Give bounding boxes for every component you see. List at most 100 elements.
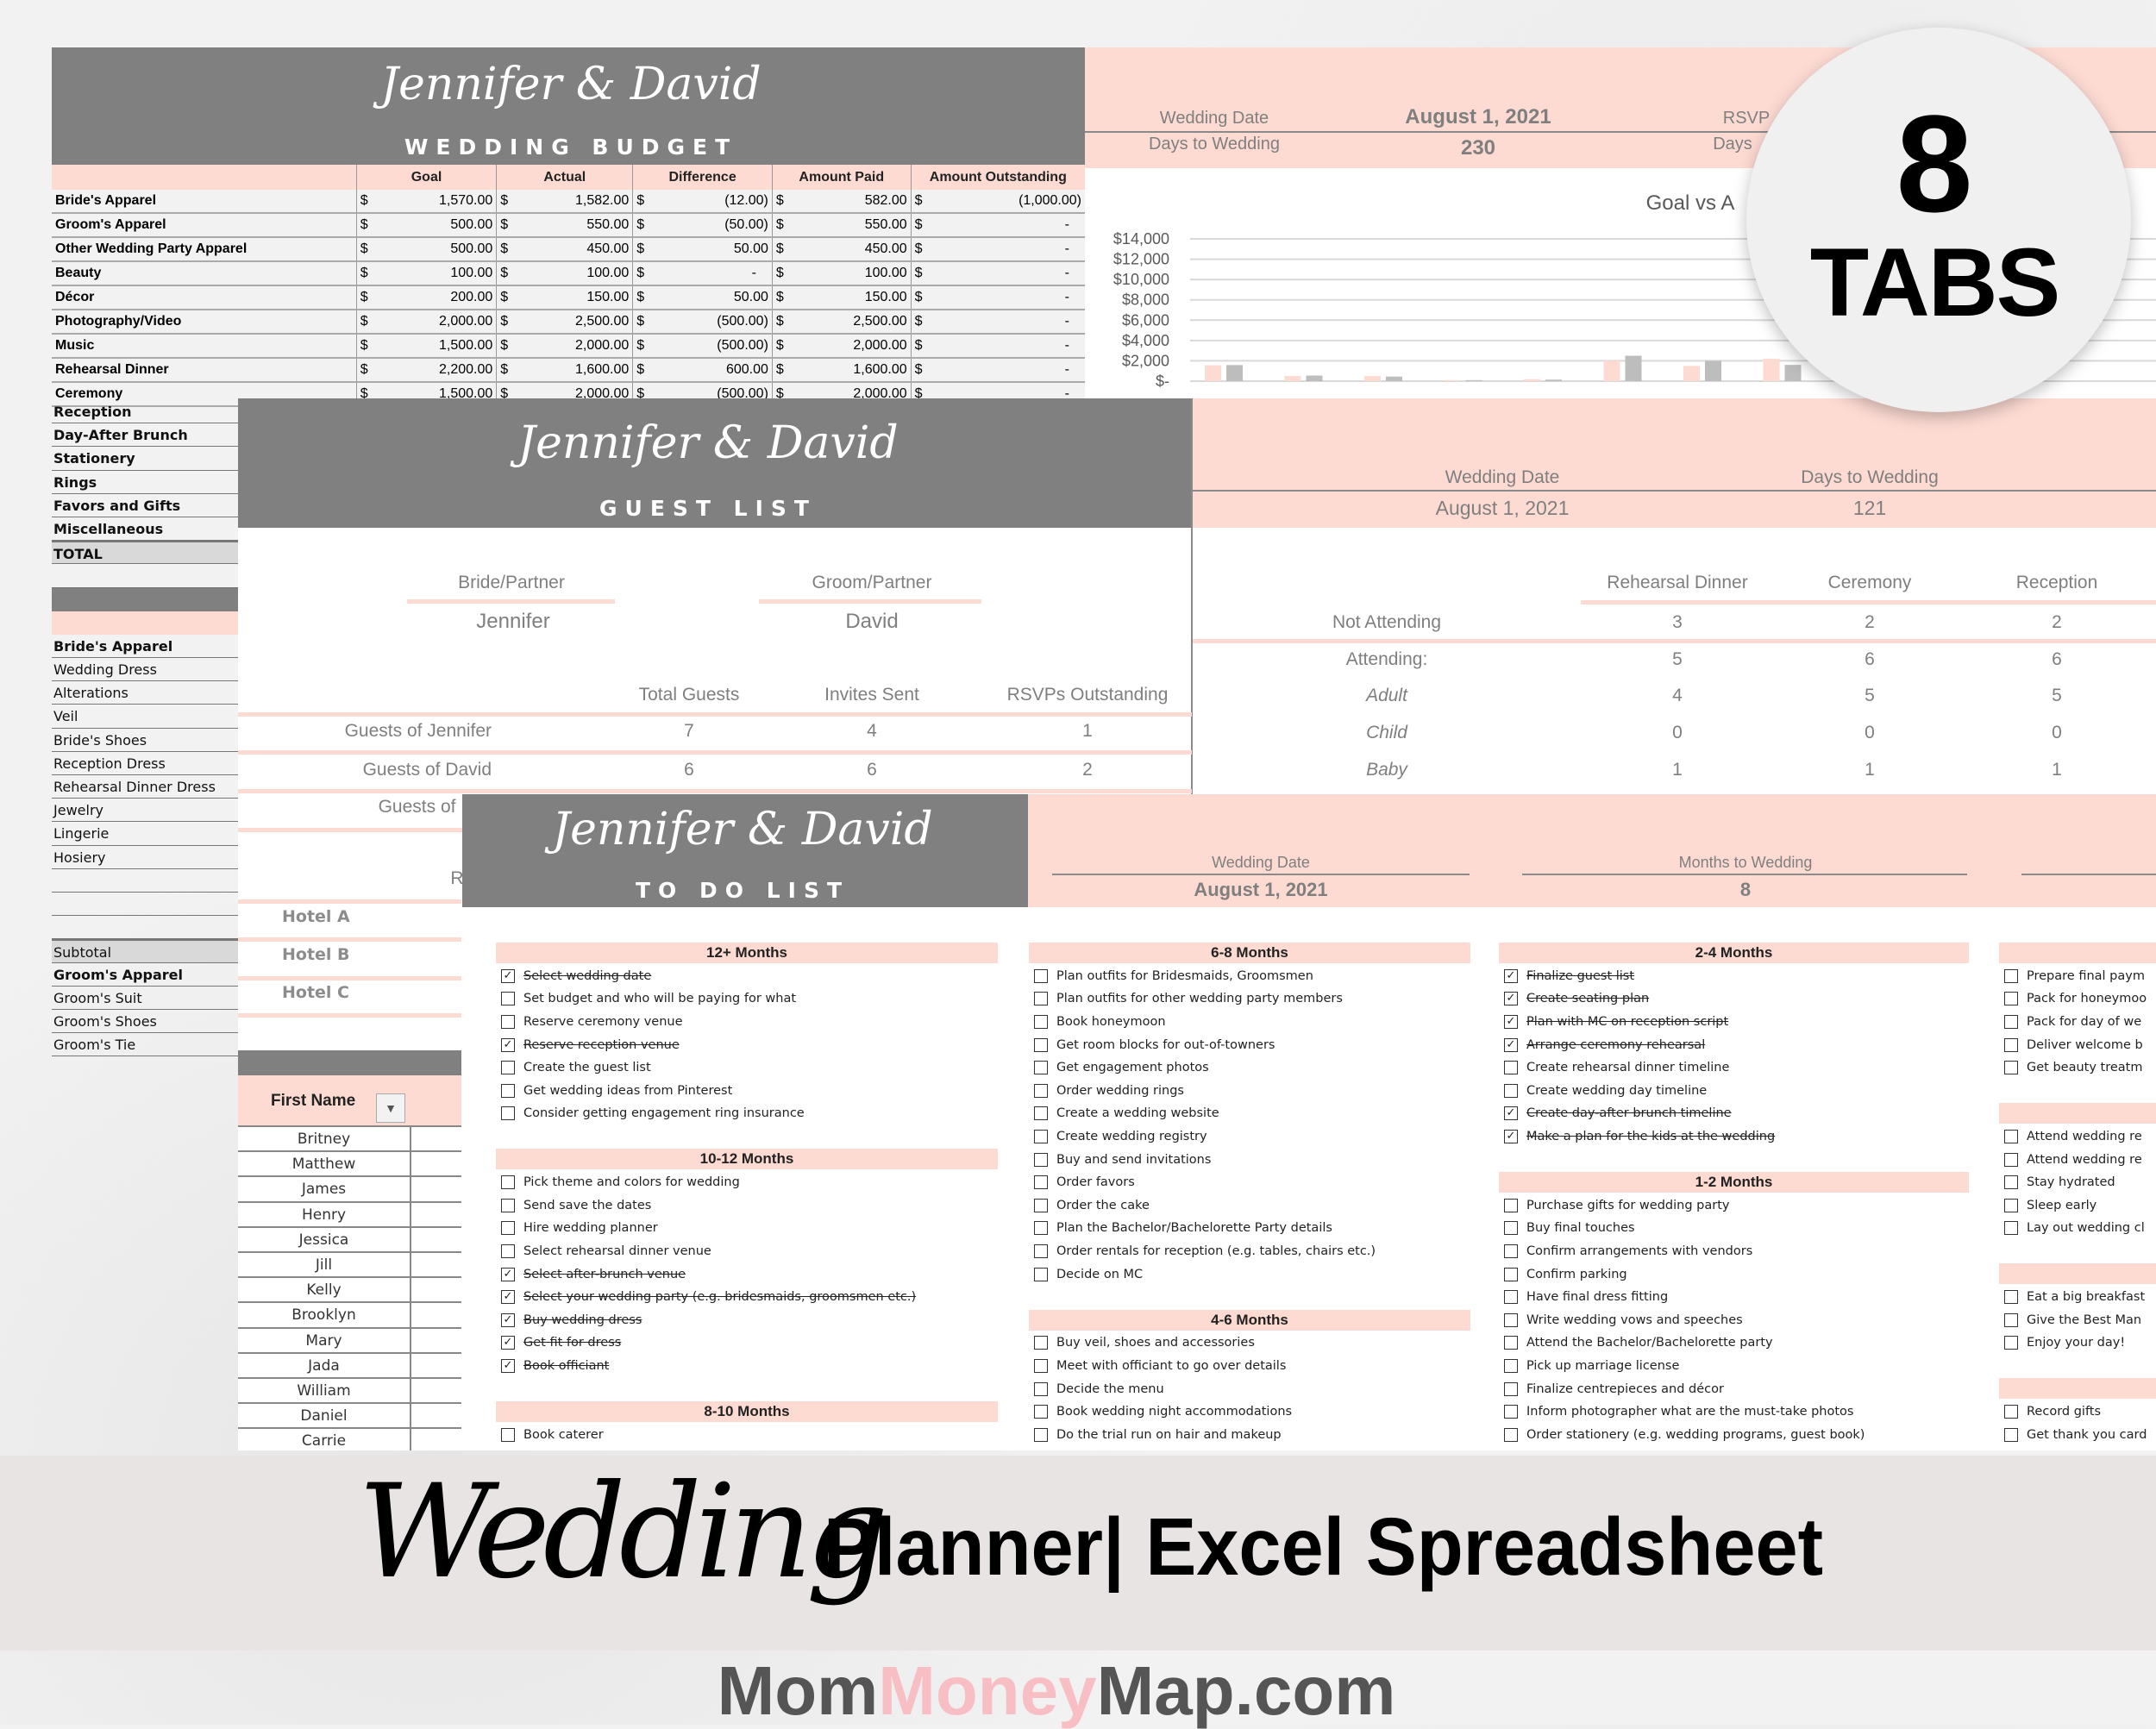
checkbox-icon[interactable]: [1504, 1083, 1518, 1098]
checkbox-icon[interactable]: [1034, 1152, 1048, 1167]
website-link[interactable]: MomMoneyMap.com: [718, 1654, 1396, 1728]
checkbox-icon[interactable]: [2004, 1015, 2018, 1030]
checkbox-icon[interactable]: [1504, 1381, 1518, 1396]
actual-bar: [1465, 379, 1482, 381]
checked-checkbox-icon[interactable]: ✓: [501, 968, 515, 983]
guest-row[interactable]: Henry: [238, 1202, 461, 1228]
checkbox-icon[interactable]: [501, 1221, 515, 1236]
checked-checkbox-icon[interactable]: ✓: [1504, 1130, 1518, 1144]
checked-checkbox-icon[interactable]: ✓: [1504, 1106, 1518, 1121]
checkbox-icon[interactable]: [1504, 1061, 1518, 1075]
checkbox-icon[interactable]: [1504, 1244, 1518, 1259]
checked-checkbox-icon[interactable]: ✓: [501, 1358, 515, 1373]
guest-row[interactable]: James: [238, 1177, 461, 1203]
checked-checkbox-icon[interactable]: ✓: [1504, 1015, 1518, 1030]
checkbox-icon[interactable]: [1034, 1175, 1048, 1190]
guest-row[interactable]: Kelly: [238, 1278, 461, 1304]
checked-checkbox-icon[interactable]: ✓: [501, 1312, 515, 1327]
checkbox-icon[interactable]: [2004, 1152, 2018, 1167]
checkbox-icon[interactable]: [1504, 1405, 1518, 1419]
guest-row[interactable]: Brooklyn: [238, 1303, 461, 1329]
currency-symbol: $: [360, 290, 368, 304]
checkbox-icon[interactable]: [2004, 1130, 2018, 1144]
guest-row[interactable]: Carrie: [238, 1429, 461, 1450]
checkbox-icon[interactable]: [2004, 1175, 2018, 1190]
checked-checkbox-icon[interactable]: ✓: [501, 1290, 515, 1305]
budget-column-header: Actual: [496, 165, 633, 190]
checkbox-icon[interactable]: [1034, 1130, 1048, 1144]
budget-amount: $2,500.00: [496, 310, 633, 335]
checkbox-icon[interactable]: [1504, 1221, 1518, 1236]
checkbox-icon[interactable]: [1504, 1290, 1518, 1305]
checkbox-icon[interactable]: [501, 1175, 515, 1190]
checkbox-icon[interactable]: [1034, 1358, 1048, 1373]
checkbox-icon[interactable]: [2004, 1198, 2018, 1212]
checkbox-icon[interactable]: [2004, 1221, 2018, 1236]
todo-item: Reserve ceremony venue: [496, 1011, 998, 1034]
checkbox-icon[interactable]: [501, 1061, 515, 1075]
checkbox-icon[interactable]: [1504, 1312, 1518, 1327]
todo-item: Pack for day of we: [1999, 1011, 2156, 1034]
checked-checkbox-icon[interactable]: ✓: [501, 1037, 515, 1052]
checkbox-icon[interactable]: [2004, 1061, 2018, 1075]
todo-section-header: 2-4 Months: [1499, 943, 1969, 963]
checkbox-icon[interactable]: [1034, 1244, 1048, 1259]
checkbox-icon[interactable]: [2004, 968, 2018, 983]
guest-row[interactable]: Jessica: [238, 1227, 461, 1253]
attendance-value: 0: [1865, 723, 1875, 742]
checked-checkbox-icon[interactable]: ✓: [1504, 1037, 1518, 1052]
guest-row[interactable]: Jill: [238, 1252, 461, 1279]
todo-item: Send save the dates: [496, 1194, 998, 1218]
checkbox-icon[interactable]: [1034, 1427, 1048, 1442]
guest-row[interactable]: Jada: [238, 1353, 461, 1379]
checkbox-icon[interactable]: [1034, 1336, 1048, 1350]
checkbox-icon[interactable]: [2004, 1290, 2018, 1305]
checkbox-icon[interactable]: [2004, 1336, 2018, 1350]
checkbox-icon[interactable]: [1034, 1221, 1048, 1236]
todo-item: Confirm parking: [1499, 1262, 1969, 1286]
guest-row[interactable]: Britney: [238, 1127, 461, 1153]
checkbox-icon[interactable]: [1034, 1061, 1048, 1075]
checkbox-icon[interactable]: [501, 1106, 515, 1121]
checked-checkbox-icon[interactable]: ✓: [501, 1336, 515, 1350]
guest-row[interactable]: William: [238, 1378, 461, 1405]
checked-checkbox-icon[interactable]: ✓: [1504, 968, 1518, 983]
checkbox-icon[interactable]: [501, 1083, 515, 1098]
checkbox-icon[interactable]: [501, 992, 515, 1006]
checkbox-icon[interactable]: [2004, 1312, 2018, 1327]
checkbox-icon[interactable]: [1034, 1381, 1048, 1396]
checkbox-icon[interactable]: [501, 1015, 515, 1030]
checkbox-icon[interactable]: [1504, 1198, 1518, 1212]
first-name-filter-dropdown[interactable]: ▼: [376, 1093, 405, 1123]
todo-item-text: Set budget and who will be paying for wh…: [523, 992, 797, 1006]
checkbox-icon[interactable]: [1034, 1083, 1048, 1098]
guest-row[interactable]: Matthew: [238, 1152, 461, 1178]
checkbox-icon[interactable]: [1034, 992, 1048, 1006]
checkbox-icon[interactable]: [2004, 992, 2018, 1006]
checkbox-icon[interactable]: [1034, 1106, 1048, 1121]
todo-item-text: Make a plan for the kids at the wedding: [1526, 1130, 1776, 1144]
checkbox-icon[interactable]: [1034, 1405, 1048, 1419]
currency-symbol: $: [775, 193, 784, 208]
checkbox-icon[interactable]: [1034, 1267, 1048, 1281]
checkbox-icon[interactable]: [1034, 1037, 1048, 1052]
checkbox-icon[interactable]: [2004, 1037, 2018, 1052]
checkbox-icon[interactable]: [501, 1427, 515, 1442]
guest-row[interactable]: Mary: [238, 1328, 461, 1354]
checkbox-icon[interactable]: [1034, 968, 1048, 983]
todo-item: Order favors: [1029, 1171, 1470, 1194]
checkbox-icon[interactable]: [2004, 1427, 2018, 1442]
checkbox-icon[interactable]: [501, 1198, 515, 1212]
guest-row[interactable]: Daniel: [238, 1404, 461, 1430]
checkbox-icon[interactable]: [501, 1244, 515, 1259]
checked-checkbox-icon[interactable]: ✓: [1504, 992, 1518, 1006]
checkbox-icon[interactable]: [1034, 1015, 1048, 1030]
checkbox-icon[interactable]: [1504, 1336, 1518, 1350]
checked-checkbox-icon[interactable]: ✓: [501, 1267, 515, 1281]
checkbox-icon[interactable]: [1504, 1267, 1518, 1281]
checkbox-icon[interactable]: [1504, 1427, 1518, 1442]
checkbox-icon[interactable]: [2004, 1405, 2018, 1419]
checkbox-icon[interactable]: [1034, 1198, 1048, 1212]
budget-amount: $582.00: [771, 190, 912, 214]
checkbox-icon[interactable]: [1504, 1358, 1518, 1373]
